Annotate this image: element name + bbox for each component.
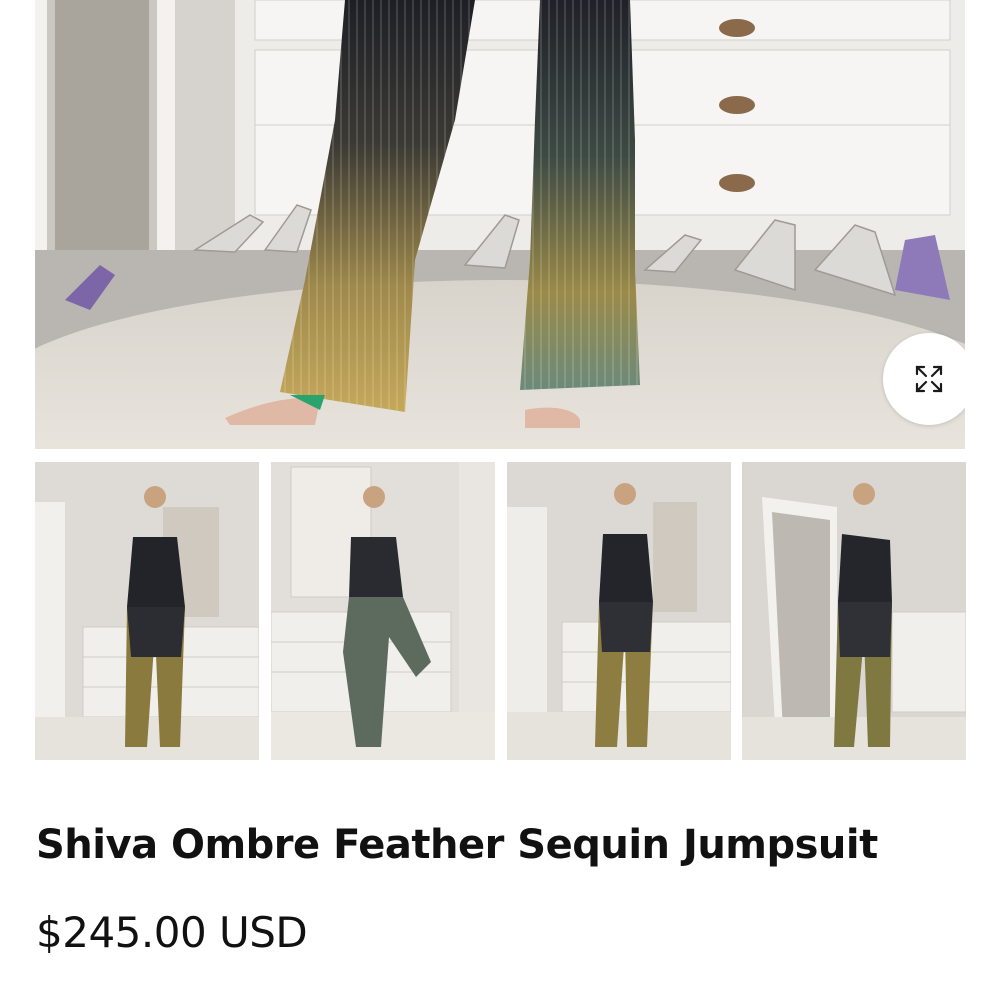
thumbnail-2[interactable] xyxy=(271,462,495,760)
product-price: $245.00 USD xyxy=(36,908,308,957)
expand-arrows-icon xyxy=(915,365,943,393)
thumbnail-photo xyxy=(271,462,495,760)
main-product-image[interactable] xyxy=(35,0,965,449)
thumbnail-strip xyxy=(35,462,966,760)
thumbnail-3[interactable] xyxy=(507,462,731,760)
thumbnail-photo xyxy=(742,462,966,760)
thumbnail-1[interactable] xyxy=(35,462,259,760)
main-product-photo xyxy=(35,0,965,449)
product-title: Shiva Ombre Feather Sequin Jumpsuit xyxy=(36,822,878,868)
thumbnail-photo xyxy=(507,462,731,760)
zoom-button[interactable] xyxy=(883,333,965,425)
thumbnail-photo xyxy=(35,462,259,760)
thumbnail-4[interactable] xyxy=(742,462,966,760)
